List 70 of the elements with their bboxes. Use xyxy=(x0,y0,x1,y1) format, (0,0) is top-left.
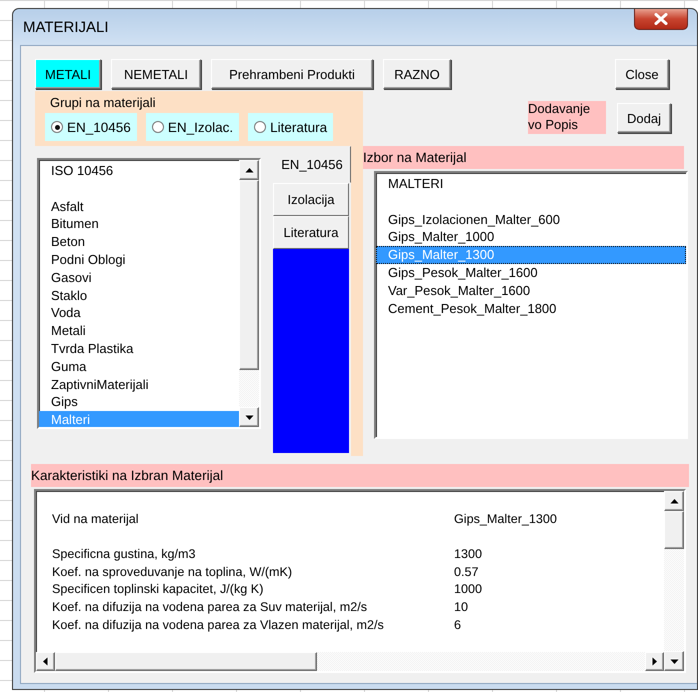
category-button[interactable]: METALI xyxy=(35,59,101,89)
scroll-right-button[interactable] xyxy=(645,652,664,671)
category-button[interactable]: Prehrambeni Produkti xyxy=(211,59,373,89)
list-item[interactable]: Podni Oblogi xyxy=(39,250,239,269)
list-item[interactable]: Guma xyxy=(39,358,239,376)
list-item[interactable]: Gasovi xyxy=(39,268,239,287)
scroll-down-button[interactable] xyxy=(239,407,259,427)
up-triangle-icon xyxy=(670,496,678,506)
down-triangle-icon xyxy=(670,656,678,666)
list-item[interactable]: Cement_Pesok_Malter_1800 xyxy=(376,300,686,318)
property-label: Koef. na difuzija na vodena parea za Suv materijal, m2/s xyxy=(52,598,368,616)
close-button[interactable]: Close xyxy=(615,59,669,89)
scrollbar-thumb[interactable] xyxy=(664,511,684,549)
list-heading[interactable]: MALTERI xyxy=(376,175,686,193)
radio-option[interactable]: EN_Izolac. xyxy=(146,113,240,141)
list-item[interactable]: Var_Pesok_Malter_1600 xyxy=(376,282,686,300)
down-triangle-icon xyxy=(244,412,254,422)
property-label: Koef. na difuzija na vodena parea za Vlazen materijal, m2/s xyxy=(52,616,385,634)
property-label: Specificna gustina, kg/m3 xyxy=(52,546,197,564)
radio-option[interactable]: Literatura xyxy=(248,113,334,141)
property-value: 6 xyxy=(454,616,462,634)
radio-label: EN_Izolac. xyxy=(168,120,234,134)
list-item[interactable]: Staklo xyxy=(39,286,239,304)
list-item[interactable]: Beton xyxy=(39,233,239,251)
radio-option[interactable]: EN_10456 xyxy=(45,113,137,141)
scroll-left-button[interactable] xyxy=(36,652,55,671)
list-item[interactable]: Asfalt xyxy=(39,198,239,216)
tab[interactable]: Literatura xyxy=(273,216,349,249)
list-item[interactable]: ZaptivniMaterijali xyxy=(39,376,239,394)
close-button[interactable] xyxy=(634,9,688,30)
list-item[interactable]: Gips_Malter_1000 xyxy=(376,228,686,246)
tab[interactable]: Izolacija xyxy=(273,183,349,216)
list-item[interactable]: Metali xyxy=(39,322,239,340)
property-label: Specificen toplinski kapacitet, J/(kg K) xyxy=(52,581,264,598)
radio-label: EN_10456 xyxy=(67,120,131,134)
right-triangle-icon xyxy=(650,657,659,666)
property-value: 10 xyxy=(454,598,468,616)
property-value: 1000 xyxy=(454,581,482,598)
add-label: Dodavanje vo Popis xyxy=(528,101,606,134)
list-item[interactable]: Bitumen xyxy=(39,215,239,234)
list-item[interactable]: Voda xyxy=(39,304,239,322)
scroll-up-button[interactable] xyxy=(239,160,259,180)
scrollbar-thumb[interactable] xyxy=(239,180,259,370)
property-value: Gips_Malter_1300 xyxy=(454,511,557,528)
list-item[interactable]: Gips_Pesok_Malter_1600 xyxy=(376,264,686,282)
list-item[interactable]: Tvrda Plastika xyxy=(39,340,239,358)
property-label: Koef. na sproveduvanje na toplina, W/(mK) xyxy=(52,564,294,581)
scroll-down-button[interactable] xyxy=(664,651,684,671)
scroll-up-button[interactable] xyxy=(664,491,684,511)
radio-label: Literatura xyxy=(270,120,328,134)
list-item[interactable]: Gips_Izolacionen_Malter_600 xyxy=(376,210,686,228)
radio-button[interactable] xyxy=(254,121,266,133)
scrollbar-thumb[interactable] xyxy=(55,652,317,671)
property-value: 1300 xyxy=(454,546,482,564)
up-triangle-icon xyxy=(244,166,254,174)
window-title: MATERIJALI xyxy=(23,18,109,38)
list-heading[interactable]: ISO 10456 xyxy=(39,162,239,180)
close-icon xyxy=(654,13,668,25)
radio-button[interactable] xyxy=(152,121,164,133)
category-button[interactable]: RAZNO xyxy=(383,59,451,89)
group-label: Grupi na materijali xyxy=(49,94,156,111)
radio-button[interactable] xyxy=(51,121,63,133)
left-triangle-icon xyxy=(41,657,50,666)
section-header: Izbor na Materijal xyxy=(363,146,684,169)
section-header: Karakteristiki na Izbran Materijal xyxy=(31,464,689,487)
add-button[interactable]: Dodaj xyxy=(617,103,671,133)
category-button[interactable]: NEMETALI xyxy=(111,59,201,89)
list-item[interactable]: Gips xyxy=(39,393,239,412)
property-value: 0.57 xyxy=(454,564,479,581)
property-label: Vid na materijal xyxy=(52,511,140,528)
